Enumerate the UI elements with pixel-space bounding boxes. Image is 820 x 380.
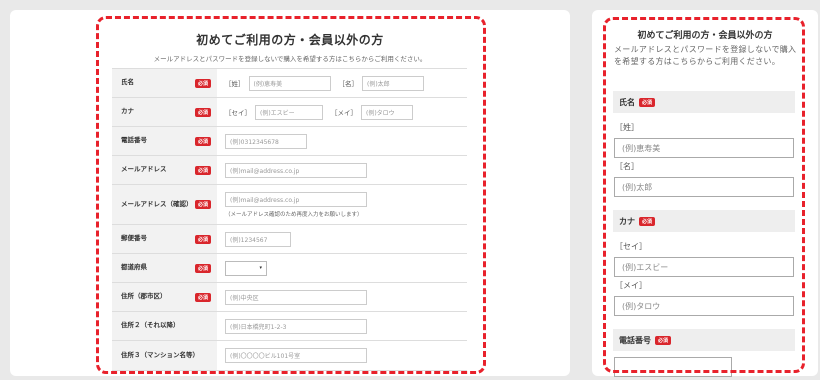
desktop-form-highlight	[96, 16, 486, 374]
mobile-form-highlight	[603, 17, 805, 373]
